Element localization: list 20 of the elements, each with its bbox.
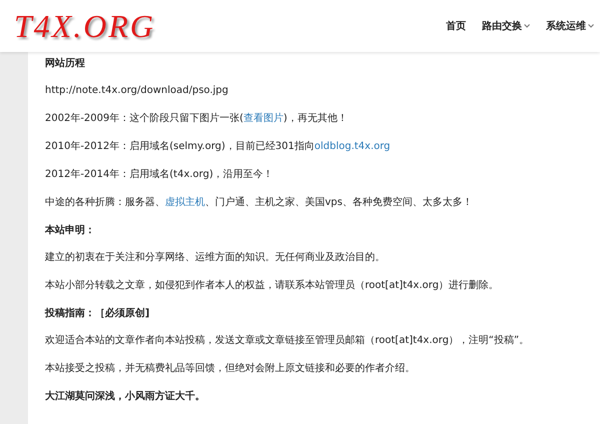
- paragraph: 本站小部分转载之文章，如侵犯到作者本人的权益，请联系本站管理员（root[at]t4x.org）进行删除。: [45, 279, 500, 293]
- site-logo[interactable]: T4X.ORG: [14, 8, 156, 44]
- paragraph: http://note.t4x.org/download/pso.jpg: [45, 84, 230, 98]
- text-link[interactable]: 查看图片: [243, 113, 284, 124]
- section-heading: 本站申明：: [45, 224, 96, 238]
- text-link[interactable]: oldblog.t4x.org: [314, 141, 390, 152]
- nav-link[interactable]: 首页: [446, 19, 466, 33]
- paragraph: 中途的各种折腾：服务器、虚拟主机、门户通、主机之家、美国vps、各种免费空间、太多太多！: [45, 196, 474, 210]
- text-link[interactable]: 虚拟主机: [165, 197, 205, 208]
- nav-link[interactable]: 系统运维: [546, 19, 594, 33]
- paragraph: 2002年-2009年：这个阶段只留下图片一张(查看图片)，再无其他！: [45, 112, 348, 126]
- paragraph: 2010年-2012年：启用域名(selmy.org)，目前已经301指向oldblog.t4x.org: [45, 140, 392, 154]
- paragraph: 本站接受之投稿，并无稿费礼品等回馈，但绝对会附上原文链接和必要的作者介绍。: [45, 362, 416, 376]
- paragraph: 欢迎适合本站的文章作者向本站投稿，发送文章或文章链接至管理员邮箱（root[at]t4x.org），注明“投稿”。: [45, 334, 530, 348]
- section-heading: 大江湖莫问深浅，小风雨方证大千。: [45, 390, 206, 404]
- paragraph: 建立的初衷在于关注和分享网络、运维方面的知识。无任何商业及政治目的。: [45, 251, 386, 265]
- nav-link[interactable]: 路由交换: [482, 19, 530, 33]
- section-heading: 投稿指南：［必须原创]: [45, 307, 151, 321]
- section-heading: 网站历程: [45, 57, 86, 71]
- paragraph: 2012年-2014年：启用域名(t4x.org)，沿用至今！: [45, 168, 274, 182]
